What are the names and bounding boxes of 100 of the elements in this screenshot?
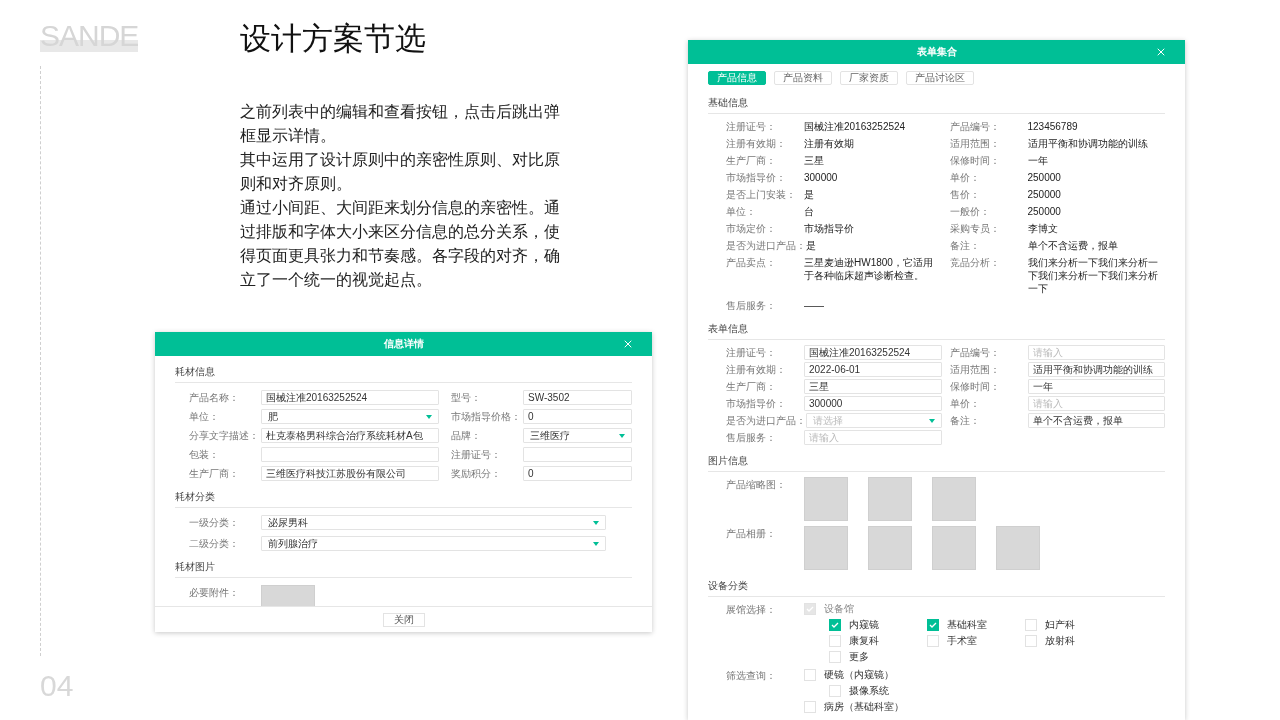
field-label: 产品编号：	[949, 120, 1001, 134]
field-label: 市场指导价：	[726, 397, 787, 411]
field-label: 市场指导价格：	[451, 410, 522, 424]
field-label: 必要附件：	[189, 586, 240, 600]
checkbox-label: 妇产科	[1045, 618, 1075, 631]
field-value: 一年	[1027, 154, 1049, 168]
input-field[interactable]	[261, 447, 439, 462]
caret-icon	[593, 541, 599, 546]
field-label: 单位：	[189, 410, 220, 424]
field-label: 售价：	[949, 188, 981, 202]
tab[interactable]: 产品资料	[774, 71, 832, 85]
check-icon	[929, 621, 937, 628]
field-label: 保修时间：	[949, 154, 1001, 168]
description-paragraph: 之前列表中的编辑和查看按钮，点击后跳出弹框显示详情。	[240, 102, 560, 146]
field-label: 产品名称：	[189, 391, 240, 405]
input-field[interactable]: 0	[523, 409, 632, 424]
field-label: 品牌：	[451, 429, 482, 443]
input-field[interactable]: 请输入	[1027, 345, 1165, 360]
field-label: 分享文字描述：	[189, 429, 260, 443]
input-field[interactable]: 一年	[1027, 379, 1165, 394]
field-value: 250000	[1027, 171, 1062, 185]
input-field[interactable]: 请输入	[804, 430, 942, 445]
close-button[interactable]	[622, 338, 634, 350]
field-label: 产品卖点：	[726, 256, 777, 270]
field-value: 三星	[804, 154, 825, 168]
image-placeholder	[932, 526, 976, 570]
field-value: 300000	[804, 171, 839, 185]
dialog-title: 信息详情	[383, 337, 424, 351]
dialog-title: 表单集合	[916, 45, 957, 59]
input-field[interactable]: 三维医疗科技江苏股份有限公司	[261, 466, 439, 481]
field-label: 注册证号：	[726, 346, 777, 360]
input-field[interactable]: 0	[523, 466, 632, 481]
select-field[interactable]: 肥	[261, 409, 439, 424]
section-title: 耗材分类	[175, 487, 632, 508]
field-label: 注册有效期：	[726, 363, 787, 377]
checkbox-label: 硬镜（内窥镜）	[824, 668, 894, 681]
checkbox-label: 设备馆	[824, 602, 854, 615]
image-placeholder	[868, 477, 912, 521]
input-field[interactable]: 适用平衡和协调功能的训练	[1027, 362, 1165, 377]
field-label: 奖励积分：	[451, 467, 502, 481]
field-label: 一般价：	[949, 205, 991, 219]
image-placeholder	[804, 477, 848, 521]
section-title: 耗材信息	[175, 362, 632, 383]
field-label: 注册有效期：	[726, 137, 787, 151]
field-label: 备注：	[949, 414, 981, 428]
close-text-button[interactable]: 关闭	[382, 612, 425, 627]
input-field[interactable]: 杜克泰格男科综合治疗系统耗材A包	[261, 428, 439, 443]
field-value: 注册有效期	[804, 137, 855, 151]
field-label: 竞品分析：	[949, 256, 1001, 270]
input-field[interactable]: 2022-06-01	[804, 362, 942, 377]
image-placeholder	[996, 526, 1040, 570]
field-label: 售后服务：	[726, 299, 777, 313]
image-placeholder	[804, 526, 848, 570]
checkbox-label: 病房（基础科室）	[824, 700, 904, 713]
field-label: 注册证号：	[451, 448, 502, 462]
field-label: 产品编号：	[949, 346, 1001, 360]
field-label: 保修时间：	[949, 380, 1001, 394]
input-field[interactable]: 请输入	[1027, 396, 1165, 411]
field-value: 李博文	[1027, 222, 1059, 236]
field-label: 备注：	[949, 239, 981, 253]
field-label: 适用范围：	[949, 137, 1001, 151]
check-icon	[806, 605, 814, 612]
field-value: 适用平衡和协调功能的训练	[1027, 137, 1149, 151]
section-title: 表单信息	[708, 319, 1165, 340]
input-field[interactable]: 单个不含运费，报单	[1027, 413, 1165, 428]
select-field[interactable]: 泌尿男科	[261, 515, 606, 530]
input-field[interactable]: 国械注准20163252524	[261, 390, 439, 405]
section-title: 基础信息	[708, 93, 1165, 114]
field-label: 型号：	[451, 391, 482, 405]
field-value: 单个不含运费，报单	[1027, 239, 1119, 253]
caret-icon	[593, 520, 599, 525]
checkbox-label: 基础科室	[947, 618, 987, 631]
close-button[interactable]	[1155, 46, 1167, 58]
field-label: 产品缩略图：	[726, 478, 787, 492]
input-field[interactable]	[523, 447, 632, 462]
tab[interactable]: 厂家资质	[840, 71, 898, 85]
select-field[interactable]: 三维医疗	[523, 428, 632, 443]
checkbox-label: 放射科	[1045, 634, 1075, 647]
input-field[interactable]: 300000	[804, 396, 942, 411]
field-label: 二级分类：	[189, 537, 240, 551]
tab[interactable]: 产品讨论区	[906, 71, 974, 85]
input-field[interactable]: 三星	[804, 379, 942, 394]
image-placeholder	[868, 526, 912, 570]
field-value: ——	[804, 299, 825, 313]
checkbox-label: 手术室	[947, 634, 977, 647]
field-label: 生产厂商：	[726, 380, 777, 394]
image-placeholder	[932, 477, 976, 521]
field-label: 是否上门安装：	[726, 188, 797, 202]
field-label: 生产厂商：	[189, 467, 240, 481]
checkbox-label: 摄像系统	[849, 684, 889, 697]
input-field[interactable]: SW-3502	[523, 390, 632, 405]
select-field[interactable]: 前列腺治疗	[261, 536, 606, 551]
field-value: 三星麦迪逊HW1800，它适用于各种临床超声诊断检查。	[804, 256, 934, 283]
input-field[interactable]: 国械注准20163252524	[804, 345, 942, 360]
field-label: 注册证号：	[726, 120, 777, 134]
field-value: 我们来分析一下我们来分析一下我们来分析一下我们来分析一下	[1027, 256, 1159, 296]
field-value: 250000	[1027, 188, 1062, 202]
checkbox-label: 更多	[849, 650, 869, 663]
field-label: 市场定价：	[726, 222, 777, 236]
field-label: 是否为进口产品：	[726, 239, 806, 253]
